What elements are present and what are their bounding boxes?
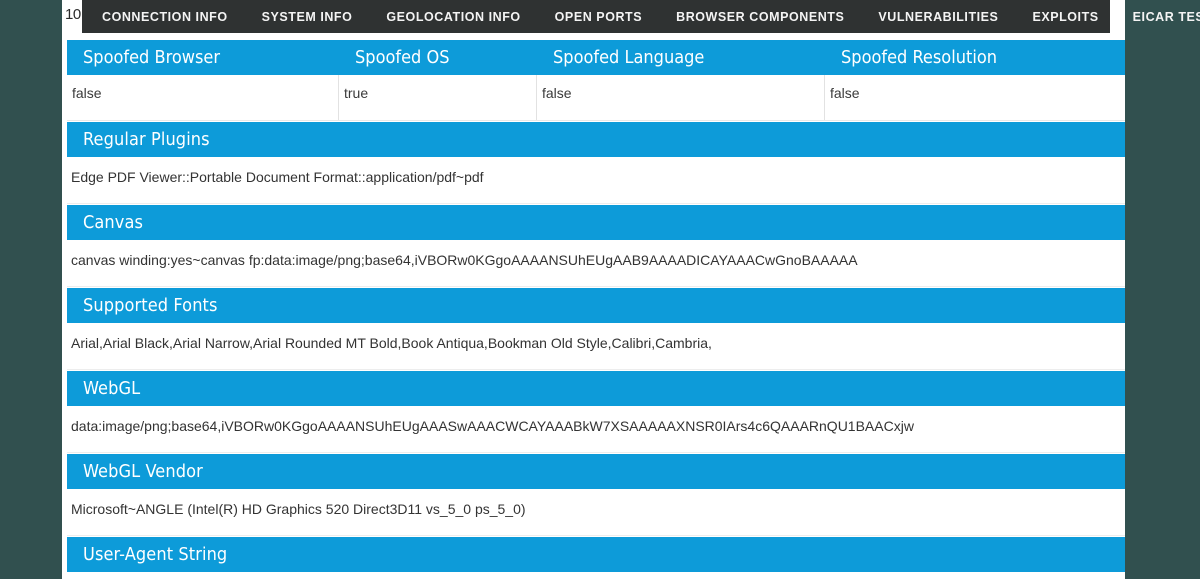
cell-spoofed-os: true (339, 75, 537, 120)
column-header-spoofed-browser: Spoofed Browser (83, 47, 221, 68)
nav-item-vulnerabilities[interactable]: VULNERABILITIES (861, 10, 1015, 24)
section-header-supported-fonts: Supported Fonts (67, 288, 1125, 323)
section-webgl-vendor: WebGL Vendor Microsoft~ANGLE (Intel(R) H… (67, 454, 1125, 536)
section-value-regular-plugins: Edge PDF Viewer::Portable Document Forma… (67, 157, 1125, 204)
section-header-canvas: Canvas (67, 205, 1125, 240)
section-header-user-agent-string: User-Agent String (67, 537, 1125, 572)
cell-spoofed-language: false (537, 75, 825, 120)
section-value-canvas: canvas winding:yes~canvas fp:data:image/… (67, 240, 1125, 287)
column-header-spoofed-language: Spoofed Language (553, 47, 705, 68)
obscured-background-text: 10 (65, 6, 81, 23)
section-title-label: Supported Fonts (83, 295, 218, 316)
page-content-column: 10 Spoofed Browser Spoofed OS Spoofed La… (62, 0, 1125, 579)
nav-item-eicar-test[interactable]: EICAR TEST (1116, 10, 1200, 24)
nav-item-connection-info[interactable]: CONNECTION INFO (82, 10, 245, 24)
cell-spoofed-browser: false (67, 75, 339, 120)
section-title-label: Regular Plugins (83, 129, 210, 150)
section-regular-plugins: Regular Plugins Edge PDF Viewer::Portabl… (67, 122, 1125, 204)
nav-item-open-ports[interactable]: OPEN PORTS (538, 10, 659, 24)
main-navigation-bar[interactable]: CONNECTION INFO SYSTEM INFO GEOLOCATION … (82, 0, 1200, 33)
section-canvas: Canvas canvas winding:yes~canvas fp:data… (67, 205, 1125, 287)
nav-item-exploits[interactable]: EXPLOITS (1015, 10, 1115, 24)
section-header-regular-plugins: Regular Plugins (67, 122, 1125, 157)
nav-item-browser-components[interactable]: BROWSER COMPONENTS (659, 10, 861, 24)
section-value-webgl-vendor: Microsoft~ANGLE (Intel(R) HD Graphics 52… (67, 489, 1125, 536)
section-value-user-agent-string (67, 572, 1125, 579)
section-header-webgl-vendor: WebGL Vendor (67, 454, 1125, 489)
cell-spoofed-resolution: false (830, 85, 860, 101)
section-header-webgl: WebGL (67, 371, 1125, 406)
section-supported-fonts: Supported Fonts Arial,Arial Black,Arial … (67, 288, 1125, 370)
section-title-label: User-Agent String (83, 544, 228, 565)
browser-components-sections: Spoofed Browser Spoofed OS Spoofed Langu… (67, 40, 1125, 579)
spoof-table-section: Spoofed Browser Spoofed OS Spoofed Langu… (67, 40, 1125, 121)
column-header-spoofed-os: Spoofed OS (355, 47, 450, 68)
table-row: false true false false (67, 75, 1125, 121)
nav-item-system-info[interactable]: SYSTEM INFO (245, 10, 370, 24)
spoof-table-header-row: Spoofed Browser Spoofed OS Spoofed Langu… (67, 40, 1125, 75)
column-header-spoofed-resolution: Spoofed Resolution (841, 47, 997, 68)
section-value-supported-fonts: Arial,Arial Black,Arial Narrow,Arial Rou… (67, 323, 1125, 370)
section-user-agent-string: User-Agent String (67, 537, 1125, 579)
section-webgl: WebGL data:image/png;base64,iVBORw0KGgoA… (67, 371, 1125, 453)
section-title-label: WebGL (83, 378, 141, 399)
section-title-label: WebGL Vendor (83, 461, 203, 482)
section-value-webgl: data:image/png;base64,iVBORw0KGgoAAAANSU… (67, 406, 1125, 453)
nav-item-geolocation-info[interactable]: GEOLOCATION INFO (369, 10, 537, 24)
section-title-label: Canvas (83, 212, 144, 233)
